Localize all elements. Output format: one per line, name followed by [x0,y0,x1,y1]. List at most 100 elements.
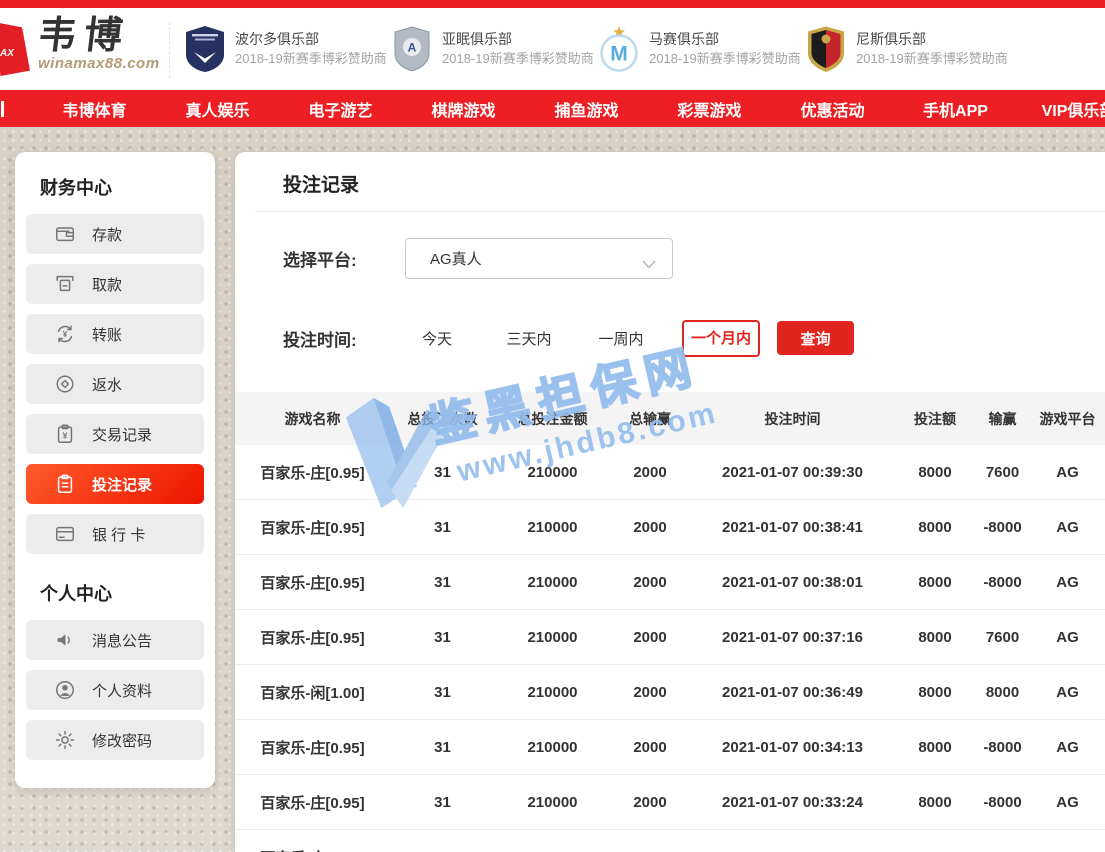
platform-selected-value: AG真人 [430,248,482,269]
table-cell: 2000 [610,665,690,720]
sponsor-club-name: 波尔多俱乐部 [235,30,387,50]
table-cell: 2021-01-07 00:38:01 [690,555,895,610]
table-row: 百家乐-庄[0.95]3121000020002021-01-07 00:34:… [235,720,1105,775]
sidebar-item-betlist[interactable]: 投注记录 [26,464,204,504]
nav-item-4[interactable]: 捕鱼游戏 [525,97,648,121]
sponsor-club-0: 波尔多俱乐部2018-19新赛季博彩赞助商 [184,25,391,73]
sidebar-item-card[interactable]: 银 行 卡 [26,514,204,554]
table-cell: 31 [390,830,495,852]
table-cell: 210000 [495,720,610,775]
sponsor-club-name: 亚眠俱乐部 [442,30,594,50]
table-cell: 210000 [495,610,610,665]
page: AX 韦博 winamax88.com 波尔多俱乐部2018-19新赛季博彩赞助… [0,0,1105,852]
table-cell: 31 [390,555,495,610]
nav-item-1[interactable]: 真人娱乐 [156,97,279,121]
platform-label: 选择平台: [283,246,357,271]
user-icon [54,679,76,701]
column-header: 总投注金额 [495,392,610,445]
sponsor-texts: 亚眠俱乐部2018-19新赛季博彩赞助商 [442,30,594,68]
table-cell: 7600 [975,610,1030,665]
table-cell: 8000 [895,500,975,555]
sidebar-item-gear[interactable]: 修改密码 [26,720,204,760]
svg-text:¥: ¥ [63,431,68,441]
table-cell: -8000 [975,555,1030,610]
sidebar-item-label: 修改密码 [92,730,152,751]
table-cell: 7600 [975,445,1030,500]
table-cell: -8000 [975,720,1030,775]
sidebar-item-label: 存款 [92,224,122,245]
nav-partial-item [1,101,4,117]
sidebar-group-title-0: 财务中心 [40,174,215,200]
table-cell: AG [1030,445,1105,500]
sidebar-item-label: 个人资料 [92,680,152,701]
table-cell: 2000 [610,775,690,830]
sidebar-item-label: 银 行 卡 [92,524,145,545]
table-cell: 210000 [495,555,610,610]
sponsor-club-subtitle: 2018-19新赛季博彩赞助商 [235,50,387,68]
column-header: 总投注次数 [390,392,495,445]
table-cell: 2021-01-07 00:37:16 [690,610,895,665]
column-header: 总输赢 [610,392,690,445]
table-cell: 31 [390,775,495,830]
sponsor-texts: 马赛俱乐部2018-19新赛季博彩赞助商 [649,30,801,68]
sidebar-item-wallet[interactable]: 存款 [26,214,204,254]
table-cell: -8000 [975,830,1030,852]
table-cell: 31 [390,445,495,500]
sponsor-club-name: 尼斯俱乐部 [856,30,1008,50]
gear-icon [54,729,76,751]
time-option-3[interactable]: 一个月内 [682,320,760,357]
column-header: 游戏平台 [1030,392,1105,445]
time-label: 投注时间: [283,326,357,351]
time-option-1[interactable]: 三天内 [483,328,575,349]
sponsor-club-3: 尼斯俱乐部2018-19新赛季博彩赞助商 [805,25,1012,73]
table-row: 百家乐-庄[0.95]3121000020002021-01-07 00:33:… [235,775,1105,830]
table-cell: 2021-01-07 00:33:24 [690,775,895,830]
bordeaux-crest-icon [184,25,226,73]
table-row: 百家乐-庄[0.95]3121000020002021-01-07 00:37:… [235,610,1105,665]
winamax-badge-icon: AX [0,22,30,76]
header-divider [169,22,170,78]
table-cell: 2000 [610,500,690,555]
table-row: 百家乐-庄[0.95]3121000020002021-01-07 00:38:… [235,500,1105,555]
nav-item-2[interactable]: 电子游艺 [279,97,402,121]
table-cell: 210000 [495,665,610,720]
sponsor-club-subtitle: 2018-19新赛季博彩赞助商 [442,50,594,68]
table-cell: 2021-01-07 00:38:41 [690,500,895,555]
sidebar-item-label: 取款 [92,274,122,295]
nav-item-0[interactable]: 韦博体育 [33,97,156,121]
time-filter-row: 今天三天内一周内一个月内 查询 [391,318,854,358]
sidebar-item-user[interactable]: 个人资料 [26,670,204,710]
transfer-icon: ¥ [54,323,76,345]
time-option-2[interactable]: 一周内 [575,328,667,349]
sidebar-item-atm[interactable]: 取款 [26,264,204,304]
sidebar-item-label: 返水 [92,374,122,395]
sidebar-item-rebate[interactable]: 返水 [26,364,204,404]
sponsor-club-subtitle: 2018-19新赛季博彩赞助商 [649,50,801,68]
sidebar-item-record[interactable]: ¥交易记录 [26,414,204,454]
nav-item-7[interactable]: 手机APP [894,97,1017,121]
table-cell: AG [1030,830,1105,852]
table-cell: AG [1030,665,1105,720]
time-option-0[interactable]: 今天 [391,328,483,349]
nav-item-8[interactable]: VIP俱乐部 [1017,97,1105,121]
nav-item-6[interactable]: 优惠活动 [771,97,894,121]
query-button[interactable]: 查询 [777,321,854,355]
table-cell: 2000 [610,445,690,500]
sidebar-item-transfer[interactable]: ¥转账 [26,314,204,354]
table-cell: 百家乐-庄[0.95] [235,775,390,830]
sidebar-item-speaker[interactable]: 消息公告 [26,620,204,660]
nav-item-3[interactable]: 棋牌游戏 [402,97,525,121]
page-title: 投注记录 [283,170,359,197]
column-header: 游戏名称 [235,392,390,445]
rebate-icon [54,373,76,395]
table-header: 游戏名称总投注次数总投注金额总输赢投注时间投注额输赢游戏平台 [235,392,1105,445]
platform-select[interactable]: AG真人 [405,238,673,279]
table-cell: 8000 [895,720,975,775]
site-header: AX 韦博 winamax88.com 波尔多俱乐部2018-19新赛季博彩赞助… [0,8,1105,90]
table-cell: 31 [390,665,495,720]
sidebar-item-label: 消息公告 [92,630,152,651]
table-cell: 31 [390,610,495,665]
table-cell: 210000 [495,775,610,830]
nav-item-5[interactable]: 彩票游戏 [648,97,771,121]
table-cell: AG [1030,500,1105,555]
